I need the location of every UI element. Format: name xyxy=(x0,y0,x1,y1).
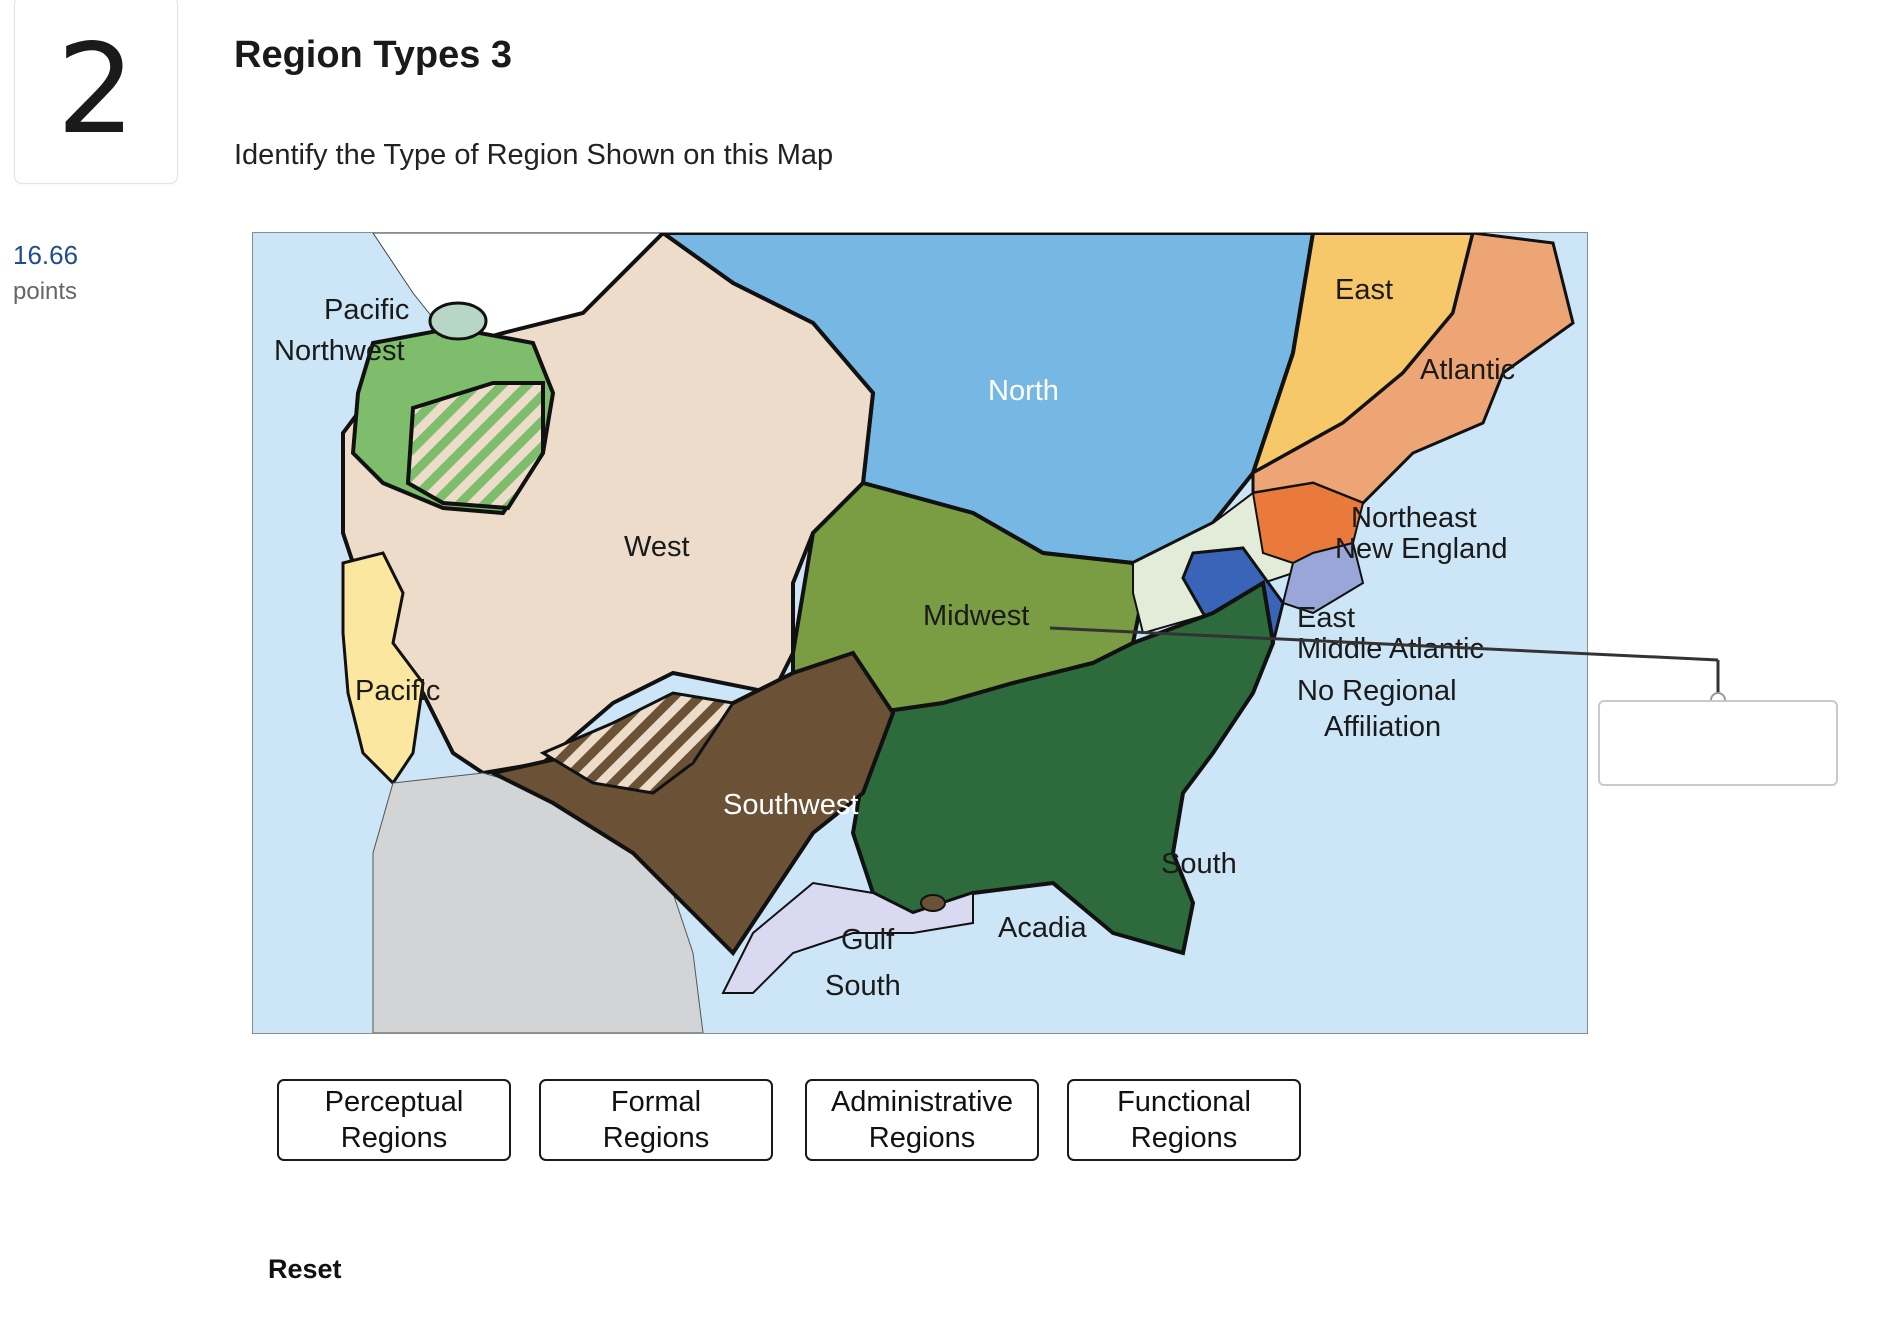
label-midwest: Midwest xyxy=(923,600,1029,632)
label-west: West xyxy=(624,531,690,563)
label-gulf-1: Gulf xyxy=(841,924,895,956)
label-no-regional-1: No Regional xyxy=(1297,675,1457,707)
label-no-regional-2: Affiliation xyxy=(1324,711,1441,743)
choice-formal-regions[interactable]: Formal Regions xyxy=(539,1079,773,1161)
question-number: 2 xyxy=(56,18,136,162)
label-gulf-2: South xyxy=(825,970,901,1002)
label-northeast: Northeast xyxy=(1351,502,1477,534)
choice-perceptual-regions[interactable]: Perceptual Regions xyxy=(277,1079,511,1161)
label-pacific-nw-2: Northwest xyxy=(274,335,405,367)
answer-drop-box[interactable] xyxy=(1598,700,1838,786)
question-title: Region Types 3 xyxy=(234,34,513,76)
label-southwest: Southwest xyxy=(723,789,858,821)
label-acadia: Acadia xyxy=(998,912,1088,944)
region-map-svg: Pacific Northwest Pacific West North Eas… xyxy=(253,233,1587,1033)
label-new-england: New England xyxy=(1335,533,1508,565)
region-map: Pacific Northwest Pacific West North Eas… xyxy=(252,232,1588,1034)
label-pacific: Pacific xyxy=(355,675,440,707)
question-prompt: Identify the Type of Region Shown on thi… xyxy=(234,139,834,171)
choice-administrative-regions[interactable]: Administrative Regions xyxy=(805,1079,1039,1161)
label-atlantic: Atlantic xyxy=(1420,354,1515,386)
label-east-ma-2: Middle Atlantic xyxy=(1297,633,1484,665)
question-number-card: 2 xyxy=(14,0,178,184)
points-value: 16.66 xyxy=(13,240,79,270)
choice-functional-regions[interactable]: Functional Regions xyxy=(1067,1079,1301,1161)
label-pacific-nw-1: Pacific xyxy=(324,294,409,326)
reset-button[interactable]: Reset xyxy=(268,1254,342,1285)
points-label: points xyxy=(13,278,78,305)
label-east-ma-1: East xyxy=(1297,602,1355,634)
label-east: East xyxy=(1335,274,1393,306)
label-north: North xyxy=(988,375,1059,407)
label-south: South xyxy=(1161,848,1237,880)
